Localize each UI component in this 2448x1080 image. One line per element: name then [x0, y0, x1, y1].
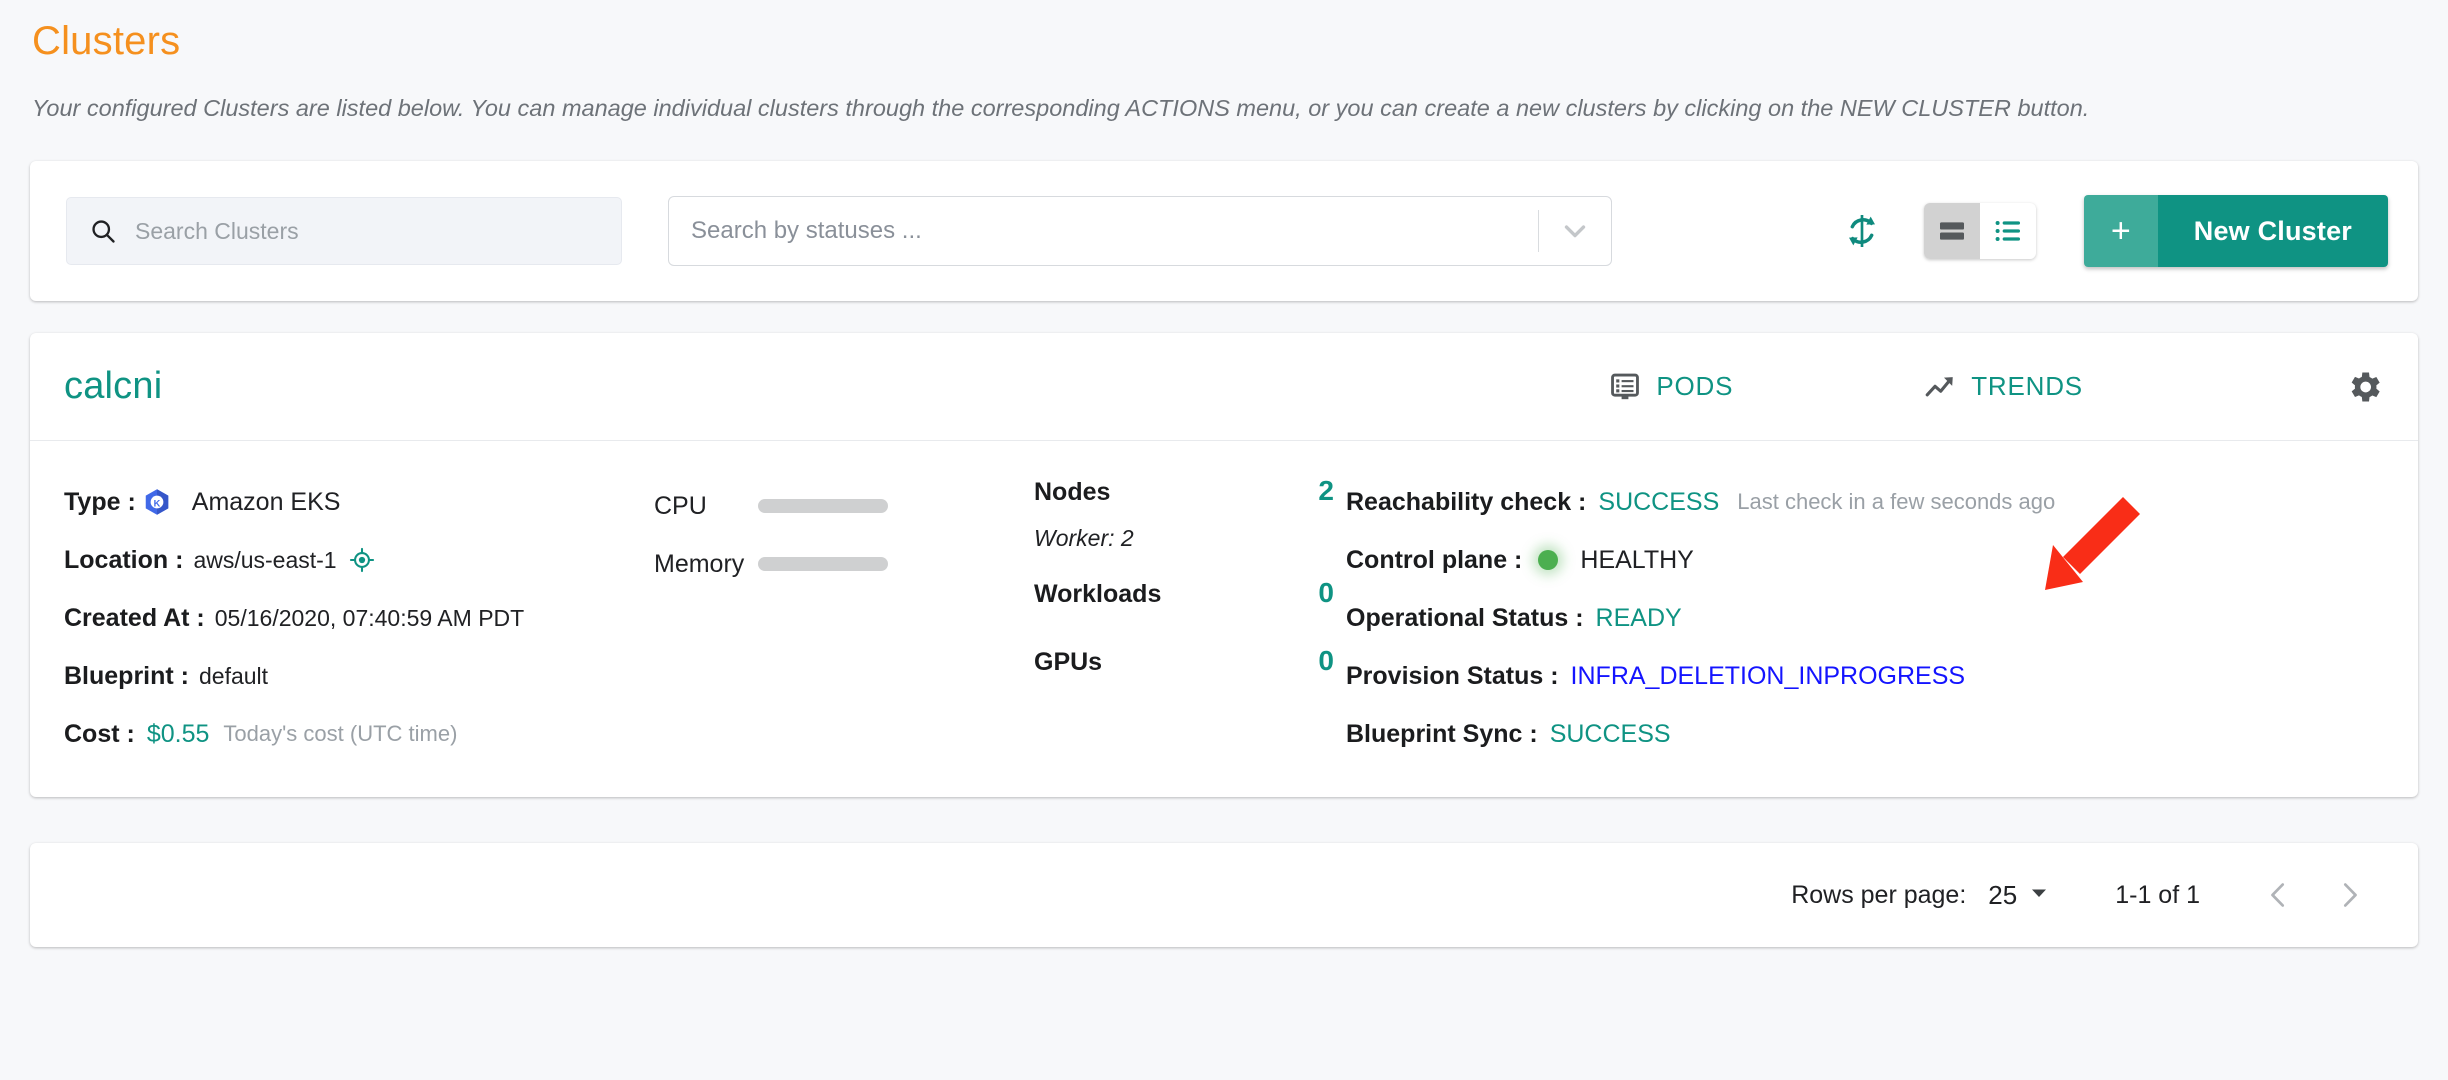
pagination-range: 1-1 of 1	[2115, 880, 2200, 909]
info-value: Amazon EKS	[191, 487, 341, 516]
status-label: Operational Status :	[1346, 603, 1584, 632]
info-label: Blueprint :	[64, 661, 189, 690]
gear-icon[interactable]	[2344, 367, 2384, 407]
usage-label: CPU	[654, 491, 707, 520]
svg-text:K: K	[153, 499, 160, 509]
info-label: Type :	[64, 487, 136, 516]
status-filter-box[interactable]	[668, 196, 1612, 267]
chevron-down-icon[interactable]	[1539, 214, 1611, 248]
pods-label: PODS	[1656, 371, 1734, 402]
cluster-info-column: Type : K Amazon EKS Location : aws/us-ea…	[64, 467, 654, 763]
count-sub-worker: Worker: 2	[1034, 525, 1134, 552]
cluster-counts-column: Nodes 2 Worker: 2 Workloads 0 GPUs 0	[1034, 467, 1334, 763]
status-row-operational: Operational Status : READY	[1346, 589, 2384, 647]
usage-label: Memory	[654, 549, 745, 578]
cluster-name-link[interactable]: calcni	[64, 365, 162, 408]
cost-note: Today's cost (UTC time)	[223, 721, 458, 747]
search-clusters-input[interactable]	[135, 217, 599, 245]
rows-per-page-value: 25	[1988, 879, 2018, 910]
list-view-icon[interactable]	[1980, 203, 2036, 259]
toolbar-card: + New Cluster	[30, 161, 2418, 302]
trending-up-icon	[1923, 370, 1957, 404]
status-row-blueprint-sync: Blueprint Sync : SUCCESS	[1346, 705, 2384, 763]
rows-per-page-label: Rows per page:	[1791, 880, 1967, 909]
usage-row-cpu: CPU	[654, 477, 1034, 535]
search-clusters-box[interactable]	[66, 197, 622, 266]
chevron-right-icon[interactable]	[2314, 878, 2384, 912]
pagination-card: Rows per page: 25 1-1 of 1	[30, 843, 2418, 948]
status-value: READY	[1595, 603, 1682, 632]
info-row-type: Type : K Amazon EKS	[64, 473, 654, 531]
trends-label: TRENDS	[1971, 371, 2083, 402]
pods-action[interactable]: PODS	[1608, 370, 1733, 404]
rows-per-page-select[interactable]: 25	[1988, 880, 2049, 911]
search-icon	[89, 217, 117, 245]
pods-icon	[1608, 370, 1642, 404]
count-row-workloads: Workloads 0	[1034, 577, 1334, 627]
cluster-status-column: Reachability check : SUCCESS Last check …	[1334, 467, 2384, 763]
info-row-blueprint: Blueprint : default	[64, 647, 654, 705]
status-value: HEALTHY	[1580, 545, 1694, 574]
count-label: Nodes	[1034, 478, 1111, 507]
counts-spacer	[1034, 627, 1334, 645]
status-row-provision: Provision Status : INFRA_DELETION_INPROG…	[1346, 647, 2384, 705]
info-label: Created At :	[64, 603, 205, 632]
info-value: aws/us-east-1	[193, 546, 337, 573]
trends-action[interactable]: TRENDS	[1923, 370, 2083, 404]
memory-usage-bar	[758, 557, 888, 572]
page-title: Clusters	[32, 19, 181, 63]
cluster-card-body: Type : K Amazon EKS Location : aws/us-ea…	[30, 441, 2418, 797]
cluster-card-header: calcni PODS TRENDS	[30, 333, 2418, 442]
status-note: Last check in a few seconds ago	[1737, 489, 2056, 515]
cluster-card: calcni PODS TRENDS Type: K Amazon EKS L…	[30, 333, 2418, 798]
card-view-icon[interactable]	[1923, 203, 1980, 260]
eks-hexagon-icon: K	[142, 487, 172, 517]
status-label: Reachability check :	[1346, 487, 1587, 516]
cluster-usage-column: CPU Memory	[654, 467, 1034, 763]
new-cluster-button[interactable]: + New Cluster	[2083, 195, 2388, 268]
toolbar-actions: + New Cluster	[1834, 195, 2396, 268]
status-label: Provision Status :	[1346, 661, 1559, 690]
count-row-nodes: Nodes 2	[1034, 475, 1334, 525]
clusters-page: Clusters Your configured Clusters are li…	[0, 0, 2448, 1080]
health-dot-icon	[1538, 550, 1559, 571]
count-value: 2	[1318, 475, 1334, 507]
caret-down-icon	[2029, 883, 2049, 908]
status-row-reachability: Reachability check : SUCCESS Last check …	[1346, 473, 2384, 531]
info-row-created-at: Created At : 05/16/2020, 07:40:59 AM PDT	[64, 589, 654, 647]
usage-row-memory: Memory	[654, 535, 1034, 593]
info-label: Cost :	[64, 719, 135, 748]
count-value: 0	[1318, 645, 1334, 677]
refresh-icon[interactable]	[1834, 203, 1890, 259]
status-filter-input[interactable]	[669, 217, 1538, 246]
count-label: Workloads	[1034, 580, 1162, 609]
view-toggle[interactable]	[1923, 203, 2036, 260]
status-value: SUCCESS	[1598, 487, 1720, 516]
provision-status-value[interactable]: INFRA_DELETION_INPROGRESS	[1571, 662, 1966, 691]
info-value: 05/16/2020, 07:40:59 AM PDT	[214, 604, 525, 631]
cost-value: $0.55	[146, 719, 210, 748]
info-row-location: Location : aws/us-east-1	[64, 531, 654, 589]
status-label: Control plane :	[1346, 545, 1523, 574]
info-value: default	[199, 662, 269, 689]
plus-icon[interactable]: +	[2083, 195, 2158, 268]
info-row-cost: Cost : $0.55 Today's cost (UTC time)	[64, 705, 654, 763]
page-description: Your configured Clusters are listed belo…	[32, 95, 2090, 121]
count-value: 0	[1318, 577, 1334, 609]
target-icon[interactable]	[349, 547, 375, 573]
count-label: GPUs	[1034, 648, 1103, 677]
status-value: SUCCESS	[1549, 719, 1671, 748]
status-row-control-plane: Control plane : HEALTHY	[1346, 531, 2384, 589]
status-label: Blueprint Sync :	[1346, 719, 1538, 748]
chevron-left-icon[interactable]	[2244, 878, 2314, 912]
cpu-usage-bar	[758, 499, 888, 514]
new-cluster-label[interactable]: New Cluster	[2157, 195, 2388, 268]
info-label: Location :	[64, 545, 184, 574]
count-row-gpus: GPUs 0	[1034, 645, 1334, 695]
